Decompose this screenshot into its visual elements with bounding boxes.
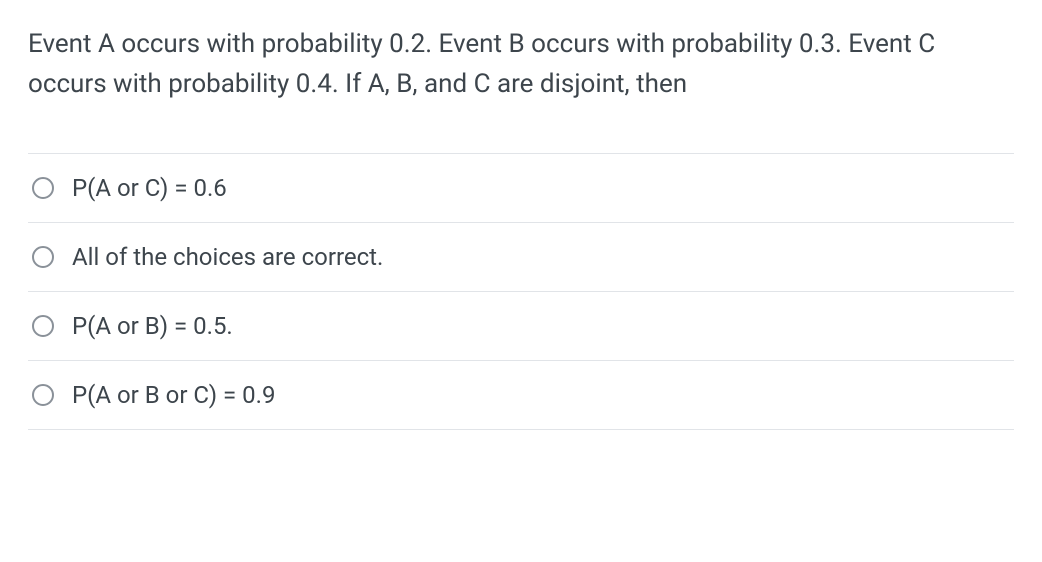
option-row[interactable]: All of the choices are correct. xyxy=(28,223,1014,292)
option-label: P(A or B) = 0.5. xyxy=(72,312,233,340)
option-row[interactable]: P(A or B or C) = 0.9 xyxy=(28,361,1014,430)
radio-icon[interactable] xyxy=(32,177,54,199)
option-label: P(A or C) = 0.6 xyxy=(72,174,227,202)
options-list: P(A or C) = 0.6 All of the choices are c… xyxy=(28,153,1014,430)
option-label: P(A or B or C) = 0.9 xyxy=(72,381,275,409)
radio-icon[interactable] xyxy=(32,315,54,337)
radio-icon[interactable] xyxy=(32,246,54,268)
option-label: All of the choices are correct. xyxy=(72,243,383,271)
radio-icon[interactable] xyxy=(32,384,54,406)
option-row[interactable]: P(A or C) = 0.6 xyxy=(28,154,1014,223)
option-row[interactable]: P(A or B) = 0.5. xyxy=(28,292,1014,361)
question-stem: Event A occurs with probability 0.2. Eve… xyxy=(28,24,1014,105)
